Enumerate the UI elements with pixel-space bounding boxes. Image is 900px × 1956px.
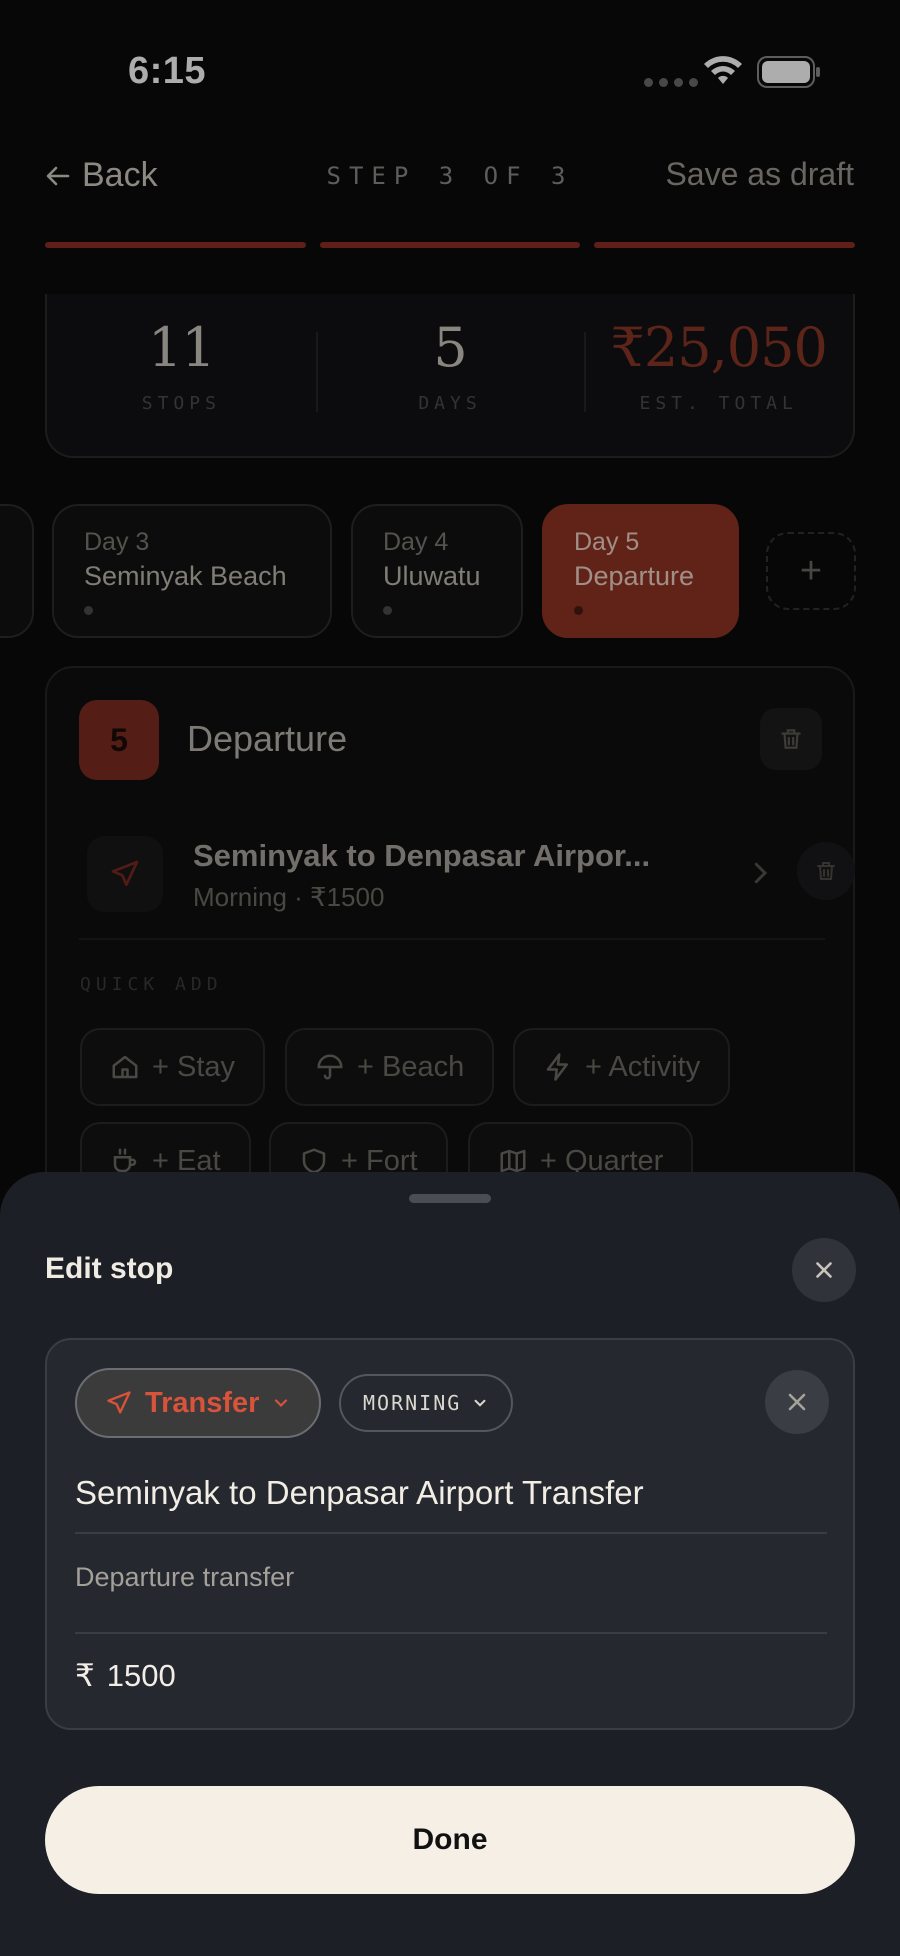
close-icon [788, 1393, 806, 1411]
sheet-title: Edit stop [45, 1252, 174, 1285]
stop-note-field[interactable]: Departure transfer [75, 1562, 294, 1593]
sheet-grabber[interactable] [409, 1194, 491, 1203]
field-divider [75, 1632, 827, 1634]
clear-stop-button[interactable] [765, 1370, 829, 1434]
currency-symbol: ₹ [75, 1658, 95, 1693]
trip-builder-screen: 6:15 Back STEP 3 OF 3 Save as draft 11 S… [0, 0, 900, 1956]
stop-form: Transfer MORNING Seminyak to Denpasar Ai… [45, 1338, 855, 1730]
stop-name-field[interactable]: Seminyak to Denpasar Airport Transfer [75, 1474, 644, 1512]
done-button[interactable]: Done [45, 1786, 855, 1894]
stop-type-dropdown[interactable]: Transfer [75, 1368, 322, 1438]
chevron-down-icon [474, 1399, 486, 1407]
close-sheet-button[interactable] [792, 1238, 856, 1302]
price-value: 1500 [106, 1658, 176, 1693]
edit-stop-sheet: Edit stop Transfer MORNING Seminyak to D… [0, 1172, 900, 1956]
field-divider [75, 1532, 827, 1534]
time-of-day-label: MORNING [363, 1391, 462, 1415]
close-icon [816, 1262, 832, 1278]
stop-type-label: Transfer [145, 1386, 260, 1419]
send-icon [107, 1391, 131, 1414]
price-field[interactable]: ₹ 1500 [75, 1658, 176, 1694]
time-of-day-dropdown[interactable]: MORNING [339, 1374, 514, 1432]
chevron-down-icon [275, 1399, 288, 1408]
